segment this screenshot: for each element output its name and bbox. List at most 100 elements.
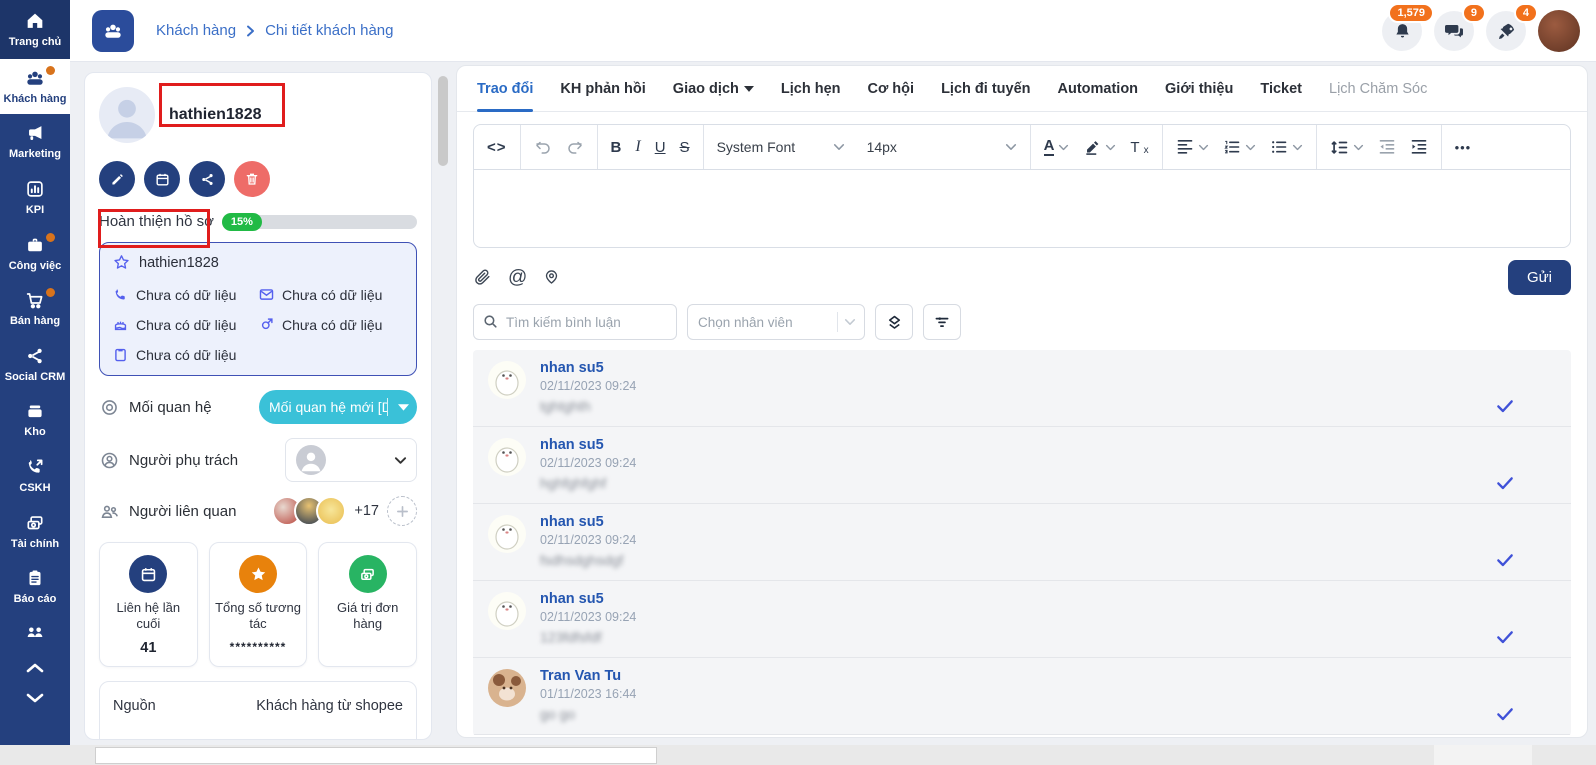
italic-button[interactable]: I bbox=[635, 138, 640, 156]
highlight-color-button[interactable] bbox=[1083, 139, 1116, 156]
breadcrumb-customer-detail[interactable]: Chi tiết khách hàng bbox=[265, 22, 393, 39]
underline-button[interactable]: U bbox=[655, 139, 666, 156]
related-avatar[interactable] bbox=[316, 496, 346, 526]
sidebar-item-tasks[interactable]: Công việc bbox=[0, 226, 70, 282]
tab-kh-phan-hoi[interactable]: KH phản hồi bbox=[560, 66, 645, 112]
chevron-down-icon[interactable] bbox=[25, 692, 45, 705]
add-related-button[interactable] bbox=[387, 496, 417, 526]
more-tools-button[interactable]: ••• bbox=[1455, 140, 1472, 155]
sidebar-item-label: Marketing bbox=[9, 148, 61, 161]
edit-button[interactable] bbox=[99, 161, 135, 197]
user-avatar[interactable] bbox=[1538, 10, 1580, 52]
stat-label: Giá trị đơn hàng bbox=[323, 600, 412, 633]
phone-field[interactable]: Chưa có dữ liệu bbox=[112, 286, 258, 303]
tab-lich-cham-soc[interactable]: Lịch Chăm Sóc bbox=[1329, 66, 1427, 112]
tab-co-hoi[interactable]: Cơ hội bbox=[868, 66, 915, 112]
commenter-name[interactable]: nhan su5 bbox=[540, 591, 636, 607]
comment-text: go go bbox=[540, 706, 636, 722]
bullet-list-button[interactable] bbox=[1270, 139, 1303, 155]
tab-trao-doi[interactable]: Trao đổi bbox=[477, 66, 533, 112]
seen-check-icon[interactable] bbox=[1495, 475, 1515, 491]
commenter-avatar[interactable] bbox=[487, 360, 527, 400]
strikethrough-button[interactable]: S bbox=[680, 139, 690, 156]
delete-button[interactable] bbox=[234, 161, 270, 197]
star-icon[interactable] bbox=[112, 253, 131, 272]
commenter-name[interactable]: Tran Van Tu bbox=[540, 668, 636, 684]
stat-order-value[interactable]: Giá trị đơn hàng bbox=[318, 542, 417, 667]
breadcrumb-customers[interactable]: Khách hàng bbox=[156, 22, 236, 39]
seen-check-icon[interactable] bbox=[1495, 629, 1515, 645]
bold-button[interactable]: B bbox=[611, 139, 622, 156]
commenter-name[interactable]: nhan su5 bbox=[540, 514, 636, 530]
mention-icon[interactable]: @ bbox=[508, 268, 527, 287]
team-icon[interactable] bbox=[23, 621, 47, 643]
tab-lich-di-tuyen[interactable]: Lịch đi tuyến bbox=[941, 66, 1030, 112]
seen-check-icon[interactable] bbox=[1495, 706, 1515, 722]
sidebar-item-warehouse[interactable]: Kho bbox=[0, 392, 70, 448]
clear-format-button[interactable]: Tx bbox=[1130, 139, 1148, 156]
tab-automation[interactable]: Automation bbox=[1057, 66, 1138, 112]
calendar-button[interactable] bbox=[144, 161, 180, 197]
commenter-name[interactable]: nhan su5 bbox=[540, 437, 636, 453]
tab-gioi-thieu[interactable]: Giới thiệu bbox=[1165, 66, 1233, 112]
birthday-field[interactable]: Chưa có dữ liệu bbox=[112, 316, 258, 333]
tab-ticket[interactable]: Ticket bbox=[1260, 66, 1302, 112]
code-view-button[interactable]: <> bbox=[487, 139, 507, 156]
launcher-button[interactable]: 4 bbox=[1486, 11, 1526, 51]
sidebar-item-cskh[interactable]: CSKH bbox=[0, 448, 70, 504]
notifications-button[interactable]: 1,579 bbox=[1382, 11, 1422, 51]
customer-avatar[interactable] bbox=[99, 87, 155, 143]
sidebar-item-home[interactable]: Trang chủ bbox=[0, 0, 70, 59]
commenter-avatar[interactable] bbox=[487, 668, 527, 708]
seen-check-icon[interactable] bbox=[1495, 552, 1515, 568]
indent-button[interactable] bbox=[1410, 139, 1428, 155]
tab-giao-dich[interactable]: Giao dịch bbox=[673, 66, 754, 112]
undo-button[interactable] bbox=[534, 139, 552, 155]
tab-lich-hen[interactable]: Lịch hẹn bbox=[781, 66, 841, 112]
sidebar-item-finance[interactable]: Tài chính bbox=[0, 504, 70, 560]
email-field[interactable]: Chưa có dữ liệu bbox=[258, 286, 404, 303]
ordered-list-button[interactable] bbox=[1223, 139, 1256, 155]
horizontal-scrollbar[interactable] bbox=[95, 747, 657, 764]
collapse-threads-button[interactable] bbox=[875, 304, 913, 340]
meta-value[interactable]: Chưa có dữ liệu bbox=[299, 738, 403, 741]
sidebar-item-sales[interactable]: Bán hàng bbox=[0, 281, 70, 337]
line-height-button[interactable] bbox=[1330, 139, 1364, 156]
employee-select[interactable]: Chọn nhân viên bbox=[687, 304, 865, 340]
sidebar-item-kpi[interactable]: KPI bbox=[0, 170, 70, 226]
sidebar-item-social-crm[interactable]: Social CRM bbox=[0, 337, 70, 393]
module-customers-button[interactable] bbox=[92, 10, 134, 52]
sidebar-item-reports[interactable]: Báo cáo bbox=[0, 559, 70, 615]
filter-button[interactable] bbox=[923, 304, 961, 340]
gender-field[interactable]: Chưa có dữ liệu bbox=[258, 316, 404, 333]
commenter-avatar[interactable] bbox=[487, 514, 527, 554]
seen-check-icon[interactable] bbox=[1495, 398, 1515, 414]
messages-button[interactable]: 9 bbox=[1434, 11, 1474, 51]
chevron-down-icon bbox=[390, 403, 417, 411]
attachment-icon[interactable] bbox=[473, 267, 492, 287]
location-pin-icon[interactable] bbox=[543, 267, 560, 287]
stat-last-contact[interactable]: Liên hệ lần cuối 41 bbox=[99, 542, 198, 667]
panel-scrollbar[interactable] bbox=[438, 76, 448, 166]
commenter-avatar[interactable] bbox=[487, 437, 527, 477]
relationship-select[interactable]: Mối quan hệ mới [DEFAULT bbox=[259, 390, 417, 424]
sidebar-item-marketing[interactable]: Marketing bbox=[0, 114, 70, 170]
align-button[interactable] bbox=[1176, 139, 1209, 155]
outdent-button[interactable] bbox=[1378, 139, 1396, 155]
sidebar-item-customers[interactable]: Khách hàng bbox=[0, 59, 70, 115]
redo-button[interactable] bbox=[566, 139, 584, 155]
commenter-avatar[interactable] bbox=[487, 591, 527, 631]
related-more-count[interactable]: +17 bbox=[354, 503, 379, 519]
chevron-up-icon[interactable] bbox=[25, 661, 45, 674]
comment-search-input[interactable] bbox=[473, 304, 677, 340]
commenter-name[interactable]: nhan su5 bbox=[540, 360, 636, 376]
assignee-select[interactable] bbox=[285, 438, 417, 482]
stat-total-interactions[interactable]: Tổng số tương tác ********** bbox=[209, 542, 308, 667]
send-button[interactable]: Gửi bbox=[1508, 260, 1571, 295]
font-family-select[interactable]: System Font bbox=[717, 139, 845, 155]
font-size-select[interactable]: 14px bbox=[867, 139, 1017, 155]
text-color-button[interactable]: A bbox=[1044, 138, 1070, 156]
editor-content[interactable] bbox=[474, 169, 1570, 247]
share-button[interactable] bbox=[189, 161, 225, 197]
note-field[interactable]: Chưa có dữ liệu bbox=[112, 346, 258, 363]
